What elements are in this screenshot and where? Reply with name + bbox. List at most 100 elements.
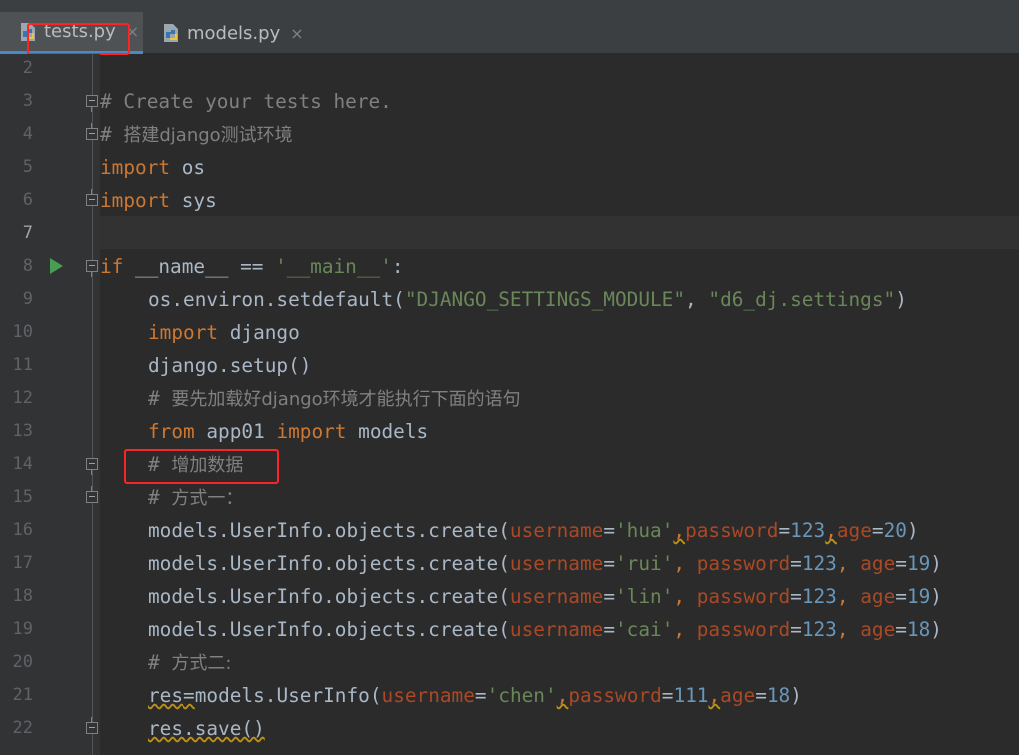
expression: __name__ == <box>123 255 276 278</box>
operator: = <box>603 618 615 641</box>
punctuation: ) <box>906 519 919 542</box>
line-number: 22 <box>12 718 33 738</box>
call: res.save() <box>148 717 265 740</box>
operator: = <box>755 684 767 707</box>
kwarg-name: password <box>696 552 791 575</box>
line-number: 21 <box>12 685 33 705</box>
operator: = <box>183 684 195 707</box>
comma-warning: , <box>556 684 569 707</box>
string-literal: "d6_dj.settings" <box>708 288 896 311</box>
fold-toggle-icon[interactable] <box>86 189 98 206</box>
punctuation: : <box>391 255 404 278</box>
call: models.UserInfo.objects.create( <box>148 618 510 641</box>
code-line[interactable]: # 搭建django测试环境 <box>100 118 293 152</box>
call: models.UserInfo.objects.create( <box>148 585 510 608</box>
kwarg-name: age <box>836 519 872 542</box>
code-line[interactable]: import sys <box>100 184 217 217</box>
fold-toggle-icon[interactable] <box>86 486 98 503</box>
string-literal: '__main__' <box>275 255 392 278</box>
close-icon[interactable]: × <box>290 24 303 43</box>
operator: = <box>474 684 487 707</box>
string-literal: 'lin' <box>615 585 674 608</box>
code-line[interactable]: # 方式一： <box>148 481 243 515</box>
code-line[interactable]: models.UserInfo.objects.create(username=… <box>148 547 942 580</box>
kwarg-name: username <box>509 618 604 641</box>
line-number: 11 <box>12 355 33 375</box>
comment: 要先加载好 <box>171 389 262 410</box>
call: models.UserInfo.objects.create( <box>148 552 510 575</box>
operator: = <box>603 552 615 575</box>
code-line[interactable]: os.environ.setdefault("DJANGO_SETTINGS_M… <box>148 283 907 316</box>
code-line[interactable]: from app01 import models <box>148 415 428 448</box>
line-number: 9 <box>22 289 33 309</box>
punctuation: ) <box>930 585 942 608</box>
kwarg-name: password <box>568 684 662 707</box>
keyword: import <box>276 420 347 443</box>
fold-toggle-icon[interactable] <box>86 123 98 140</box>
code-line[interactable]: import django <box>148 316 300 349</box>
fold-toggle-icon[interactable] <box>86 717 98 734</box>
fold-toggle-icon[interactable] <box>86 260 98 277</box>
comment: # Create your tests here. <box>100 90 392 113</box>
code-line[interactable]: models.UserInfo.objects.create(username =… <box>148 580 942 613</box>
tab-models-py[interactable]: models.py × <box>143 12 313 54</box>
operator: = <box>895 585 907 608</box>
punctuation: , <box>836 552 861 575</box>
kwarg-name: username <box>509 519 604 542</box>
keyword: import <box>148 321 219 344</box>
code-line[interactable]: import os <box>100 151 205 184</box>
line-number: 15 <box>12 487 33 507</box>
line-number: 4 <box>22 124 33 144</box>
line-number: 8 <box>22 256 33 276</box>
line-number: 2 <box>22 58 33 78</box>
kwarg-name: age <box>860 585 896 608</box>
keyword: import <box>100 156 171 179</box>
kwarg-name: age <box>860 552 896 575</box>
string-literal: 'hua' <box>615 519 674 542</box>
code-line[interactable]: # Create your tests here. <box>100 85 392 118</box>
kwarg-name: username <box>509 552 604 575</box>
line-number: 17 <box>12 553 33 573</box>
tab-label: models.py <box>187 22 281 44</box>
number-literal: 18 <box>766 684 791 707</box>
code-line[interactable]: res.save() <box>148 712 265 745</box>
operator: = <box>895 552 907 575</box>
red-highlight-box <box>27 23 130 55</box>
number-literal: 123 <box>801 552 837 575</box>
comma-warning: , <box>708 684 721 707</box>
line-number: 5 <box>22 157 33 177</box>
line-number: 20 <box>12 652 33 672</box>
kwarg-name: age <box>720 684 756 707</box>
code-line[interactable]: res=models.UserInfo(username='chen',pass… <box>148 679 802 712</box>
current-line-highlight <box>100 216 1019 249</box>
number-literal: 19 <box>906 552 931 575</box>
run-gutter-icon[interactable] <box>50 258 63 274</box>
code-line[interactable]: django.setup() <box>148 349 311 382</box>
identifier: app01 <box>194 420 277 443</box>
code-line[interactable]: models.UserInfo.objects.create(username=… <box>148 514 919 547</box>
keyword: from <box>148 420 195 443</box>
code-line[interactable]: models.UserInfo.objects.create(username=… <box>148 613 942 646</box>
number-literal: 123 <box>801 585 837 608</box>
line-number: 7 <box>22 223 33 243</box>
number-literal: 19 <box>906 585 931 608</box>
punctuation: , <box>673 552 697 575</box>
fold-toggle-icon[interactable] <box>86 458 98 475</box>
kwarg-name: username <box>509 585 604 608</box>
punctuation: , <box>685 288 709 311</box>
punctuation: ) <box>790 684 802 707</box>
operator: = <box>895 618 907 641</box>
number-literal: 111 <box>673 684 709 707</box>
red-highlight-box <box>124 449 279 484</box>
code-line[interactable]: if __name__ == '__main__': <box>100 250 404 283</box>
keyword: if <box>100 255 124 278</box>
code-line[interactable]: # 方式二: <box>148 646 231 680</box>
kwarg-name: password <box>696 585 791 608</box>
identifier: sys <box>170 189 217 212</box>
identifier: models <box>346 420 429 443</box>
string-literal: "DJANGO_SETTINGS_MODULE" <box>404 288 686 311</box>
punctuation: , <box>673 618 697 641</box>
operator: = <box>790 585 802 608</box>
code-line[interactable]: # 要先加载好django环境才能执行下面的语句 <box>148 382 521 416</box>
fold-toggle-icon[interactable] <box>86 95 98 112</box>
